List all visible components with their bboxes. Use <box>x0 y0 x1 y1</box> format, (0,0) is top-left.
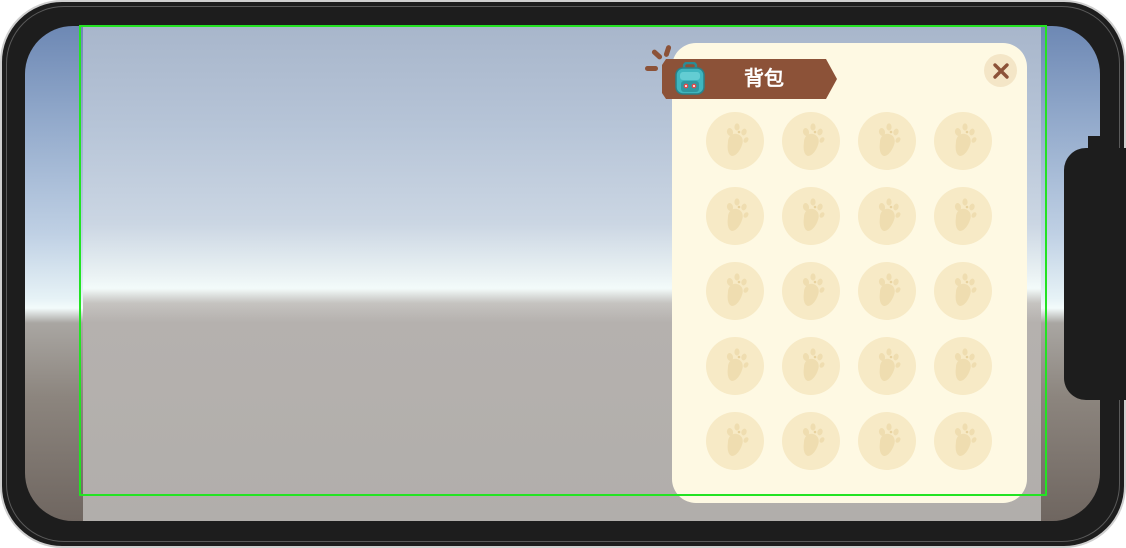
inventory-slot[interactable] <box>934 187 992 245</box>
inventory-slot[interactable] <box>858 412 916 470</box>
paw-placeholder-icon <box>954 123 977 156</box>
paw-placeholder-icon <box>878 423 901 456</box>
inventory-slot[interactable] <box>782 187 840 245</box>
inventory-slot[interactable] <box>706 112 764 170</box>
paw-placeholder-icon <box>726 273 749 306</box>
paw-placeholder-icon <box>726 348 749 381</box>
inventory-slot[interactable] <box>858 112 916 170</box>
paw-placeholder-icon <box>802 123 825 156</box>
paw-placeholder-icon <box>878 123 901 156</box>
panel-title: 背包 <box>744 66 784 90</box>
paw-placeholder-icon <box>802 273 825 306</box>
inventory-slot[interactable] <box>858 262 916 320</box>
inventory-slot[interactable] <box>934 112 992 170</box>
inventory-slot[interactable] <box>858 337 916 395</box>
inventory-slot[interactable] <box>782 262 840 320</box>
inventory-slot[interactable] <box>858 187 916 245</box>
inventory-slot[interactable] <box>934 412 992 470</box>
device-notch-edge <box>1088 136 1108 148</box>
spark-decoration <box>645 66 658 71</box>
paw-placeholder-icon <box>954 423 977 456</box>
paw-placeholder-icon <box>954 348 977 381</box>
inventory-slot[interactable] <box>706 262 764 320</box>
paw-placeholder-icon <box>954 198 977 231</box>
paw-placeholder-icon <box>878 348 901 381</box>
inventory-slot[interactable] <box>706 187 764 245</box>
paw-placeholder-icon <box>802 348 825 381</box>
inventory-slot[interactable] <box>782 412 840 470</box>
paw-placeholder-icon <box>802 423 825 456</box>
paw-placeholder-icon <box>802 198 825 231</box>
inventory-slot[interactable] <box>934 337 992 395</box>
paw-placeholder-icon <box>726 123 749 156</box>
inventory-slot[interactable] <box>782 337 840 395</box>
inventory-slot[interactable] <box>706 412 764 470</box>
backpack-icon <box>672 61 708 96</box>
paw-placeholder-icon <box>878 198 901 231</box>
paw-placeholder-icon <box>726 423 749 456</box>
paw-placeholder-icon <box>878 273 901 306</box>
close-icon <box>992 62 1009 79</box>
device-notch <box>1064 148 1126 400</box>
paw-placeholder-icon <box>726 198 749 231</box>
paw-placeholder-icon <box>954 273 977 306</box>
inventory-slot[interactable] <box>706 337 764 395</box>
inventory-slot[interactable] <box>934 262 992 320</box>
close-button[interactable] <box>984 54 1017 87</box>
inventory-slot[interactable] <box>782 112 840 170</box>
